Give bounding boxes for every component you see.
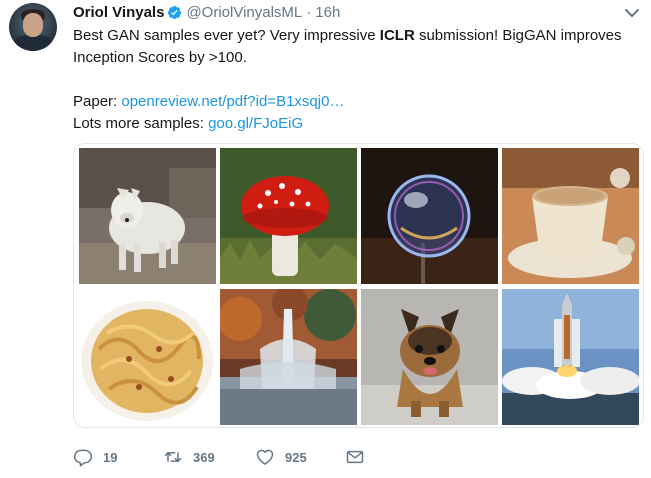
header-separator: · (306, 3, 312, 21)
avatar[interactable] (9, 3, 57, 51)
media-image-wolf[interactable] (79, 148, 216, 284)
retweet-count: 369 (193, 449, 215, 465)
samples-link[interactable]: goo.gl/FJoEiG (208, 115, 303, 132)
verified-badge-icon (168, 5, 182, 19)
envelope-icon (346, 450, 364, 464)
paper-link[interactable]: openreview.net/pdf?id=B1xsqj0… (121, 93, 344, 110)
text-segment: Best GAN samples ever yet? Very impressi… (73, 27, 380, 44)
avatar-shirt (13, 35, 53, 51)
retweet-icon (164, 452, 182, 462)
avatar-face (23, 13, 43, 37)
like-button[interactable]: 925 (255, 447, 345, 467)
samples-label: Lots more samples: (73, 115, 209, 132)
reply-icon (73, 449, 93, 467)
reply-count: 19 (103, 449, 118, 465)
heart-icon (256, 449, 274, 465)
tweet-header: Oriol Vinyals @OriolVinyalsML · 16h (73, 3, 340, 21)
author-name[interactable]: Oriol Vinyals (73, 4, 164, 21)
media-image-bubble[interactable] (361, 148, 498, 284)
paper-label: Paper: (73, 93, 122, 110)
direct-message-button[interactable] (345, 447, 375, 467)
tweet-text-line-2: Inception Scores by >100. (73, 49, 247, 66)
media-image-dog[interactable] (361, 289, 498, 425)
media-image-mushroom[interactable] (220, 148, 357, 284)
tweet-text-line-1: Best GAN samples ever yet? Very impressi… (73, 25, 643, 47)
tweet-text: Best GAN samples ever yet? Very impressi… (73, 25, 643, 135)
media-image-pasta[interactable] (79, 289, 216, 425)
chevron-down-icon[interactable] (624, 7, 640, 19)
media-image-shuttle[interactable] (502, 289, 639, 425)
media-image-fountain[interactable] (220, 289, 357, 425)
retweet-button[interactable]: 369 (163, 447, 255, 467)
samples-line: Lots more samples: goo.gl/FJoEiG (73, 113, 643, 135)
author-handle[interactable]: @OriolVinyalsML (186, 4, 302, 21)
media-grid (73, 143, 644, 428)
text-segment: submission! BigGAN improves (414, 27, 622, 44)
tweet-timestamp[interactable]: 16h (315, 4, 340, 21)
paper-line: Paper: openreview.net/pdf?id=B1xsqj0… (73, 91, 643, 113)
media-image-coffee[interactable] (502, 148, 639, 284)
reply-button[interactable]: 19 (73, 447, 163, 467)
tweet-actions: 19 369 925 (73, 445, 375, 469)
like-count: 925 (285, 449, 307, 465)
text-bold-segment: ICLR (379, 27, 415, 44)
